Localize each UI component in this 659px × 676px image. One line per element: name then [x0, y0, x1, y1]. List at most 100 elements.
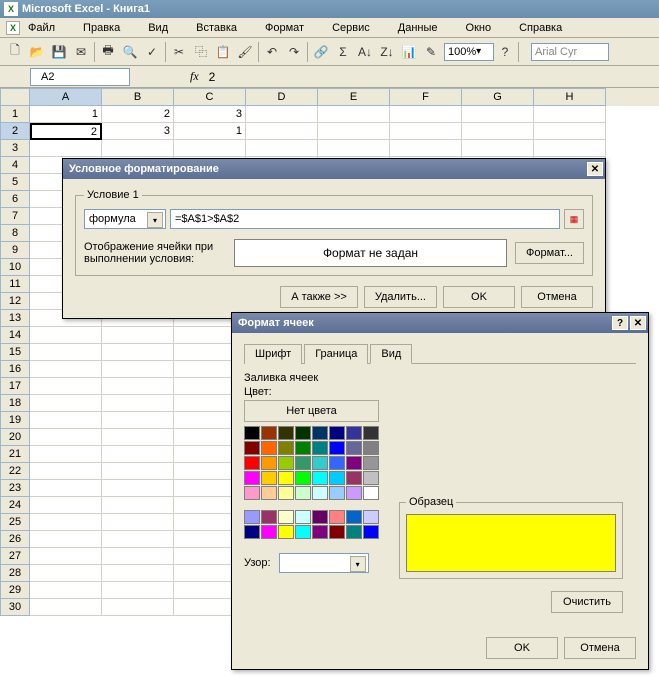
cell[interactable]	[102, 582, 174, 599]
fx-icon[interactable]: fx	[190, 69, 199, 84]
pattern-combo[interactable]	[279, 553, 369, 573]
help-icon[interactable]: ?	[612, 316, 628, 330]
row-header[interactable]: 18	[0, 395, 30, 412]
color-swatch[interactable]	[329, 486, 345, 500]
cell[interactable]	[102, 361, 174, 378]
cell[interactable]	[102, 565, 174, 582]
cell[interactable]	[534, 123, 606, 140]
tab-view[interactable]: Вид	[370, 344, 412, 364]
zoom-combo[interactable]: 100% ▾	[444, 43, 494, 61]
paste-icon[interactable]: 📋	[212, 41, 234, 63]
row-header[interactable]: 26	[0, 531, 30, 548]
dialog-titlebar[interactable]: Формат ячеек ? ✕	[232, 313, 648, 333]
menu-view[interactable]: Вид	[148, 22, 182, 34]
color-swatch[interactable]	[329, 441, 345, 455]
cell[interactable]	[390, 123, 462, 140]
new-icon[interactable]: 🗋	[4, 41, 26, 63]
cell[interactable]	[102, 446, 174, 463]
row-header[interactable]: 10	[0, 259, 30, 276]
cell[interactable]	[30, 327, 102, 344]
cell[interactable]	[30, 531, 102, 548]
cell[interactable]	[102, 531, 174, 548]
range-picker-icon[interactable]: ▦	[564, 209, 584, 229]
column-header[interactable]: A	[30, 88, 102, 106]
color-swatch[interactable]	[312, 441, 328, 455]
autosum-icon[interactable]: Σ	[332, 41, 354, 63]
print-icon[interactable]: 🖶	[97, 41, 119, 63]
row-header[interactable]: 24	[0, 497, 30, 514]
menu-data[interactable]: Данные	[398, 22, 452, 34]
color-swatch[interactable]	[295, 426, 311, 440]
color-swatch[interactable]	[244, 471, 260, 485]
cell[interactable]	[318, 123, 390, 140]
color-swatch[interactable]	[363, 456, 379, 470]
cell[interactable]	[246, 123, 318, 140]
color-swatch[interactable]	[261, 426, 277, 440]
row-header[interactable]: 29	[0, 582, 30, 599]
formula-input[interactable]: =$A$1>$A$2	[170, 209, 560, 229]
cell[interactable]	[102, 463, 174, 480]
copy-icon[interactable]: ⿻	[190, 41, 212, 63]
color-swatch[interactable]	[363, 525, 379, 539]
cell[interactable]	[318, 140, 390, 157]
color-swatch[interactable]	[346, 525, 362, 539]
menu-window[interactable]: Окно	[466, 22, 506, 34]
color-swatch[interactable]	[312, 510, 328, 524]
color-swatch[interactable]	[346, 456, 362, 470]
cell[interactable]	[30, 140, 102, 157]
row-header[interactable]: 30	[0, 599, 30, 616]
sort-desc-icon[interactable]: Z↓	[376, 41, 398, 63]
cell[interactable]	[462, 106, 534, 123]
row-header[interactable]: 14	[0, 327, 30, 344]
cell[interactable]	[30, 395, 102, 412]
select-all-corner[interactable]	[0, 88, 30, 106]
color-swatch[interactable]	[363, 486, 379, 500]
color-swatch[interactable]	[261, 456, 277, 470]
row-header[interactable]: 22	[0, 463, 30, 480]
help-icon[interactable]: ?	[494, 41, 516, 63]
row-header[interactable]: 21	[0, 446, 30, 463]
row-header[interactable]: 28	[0, 565, 30, 582]
cell[interactable]	[30, 429, 102, 446]
name-box[interactable]: A2	[30, 68, 130, 86]
color-swatch[interactable]	[244, 426, 260, 440]
color-swatch[interactable]	[278, 441, 294, 455]
color-swatch[interactable]	[295, 525, 311, 539]
format-button[interactable]: Формат...	[515, 242, 584, 264]
menu-doc-icon[interactable]: X	[6, 21, 20, 35]
color-swatch[interactable]	[346, 441, 362, 455]
color-swatch[interactable]	[363, 426, 379, 440]
cell[interactable]	[30, 446, 102, 463]
row-header[interactable]: 1	[0, 106, 30, 123]
cell[interactable]	[102, 497, 174, 514]
row-header[interactable]: 8	[0, 225, 30, 242]
color-swatch[interactable]	[278, 525, 294, 539]
color-swatch[interactable]	[363, 471, 379, 485]
cell[interactable]	[534, 106, 606, 123]
ok-button[interactable]: OK	[443, 286, 515, 308]
cell[interactable]	[390, 140, 462, 157]
cancel-button[interactable]: Отмена	[564, 637, 636, 659]
cell[interactable]	[30, 582, 102, 599]
color-swatch[interactable]	[244, 525, 260, 539]
color-swatch[interactable]	[244, 441, 260, 455]
cell[interactable]	[102, 429, 174, 446]
preview-icon[interactable]: 🔍	[119, 41, 141, 63]
column-header[interactable]: C	[174, 88, 246, 106]
color-swatch[interactable]	[261, 486, 277, 500]
cell[interactable]	[30, 344, 102, 361]
color-swatch[interactable]	[244, 486, 260, 500]
cell[interactable]: 3	[102, 123, 174, 140]
menu-insert[interactable]: Вставка	[196, 22, 251, 34]
dialog-titlebar[interactable]: Условное форматирование ✕	[63, 159, 605, 179]
color-swatch[interactable]	[329, 525, 345, 539]
row-header[interactable]: 20	[0, 429, 30, 446]
cell[interactable]	[102, 140, 174, 157]
column-header[interactable]: G	[462, 88, 534, 106]
cell[interactable]	[390, 106, 462, 123]
color-swatch[interactable]	[329, 471, 345, 485]
color-swatch[interactable]	[244, 456, 260, 470]
mail-icon[interactable]: ✉	[70, 41, 92, 63]
menu-format[interactable]: Формат	[265, 22, 318, 34]
cell[interactable]	[102, 378, 174, 395]
